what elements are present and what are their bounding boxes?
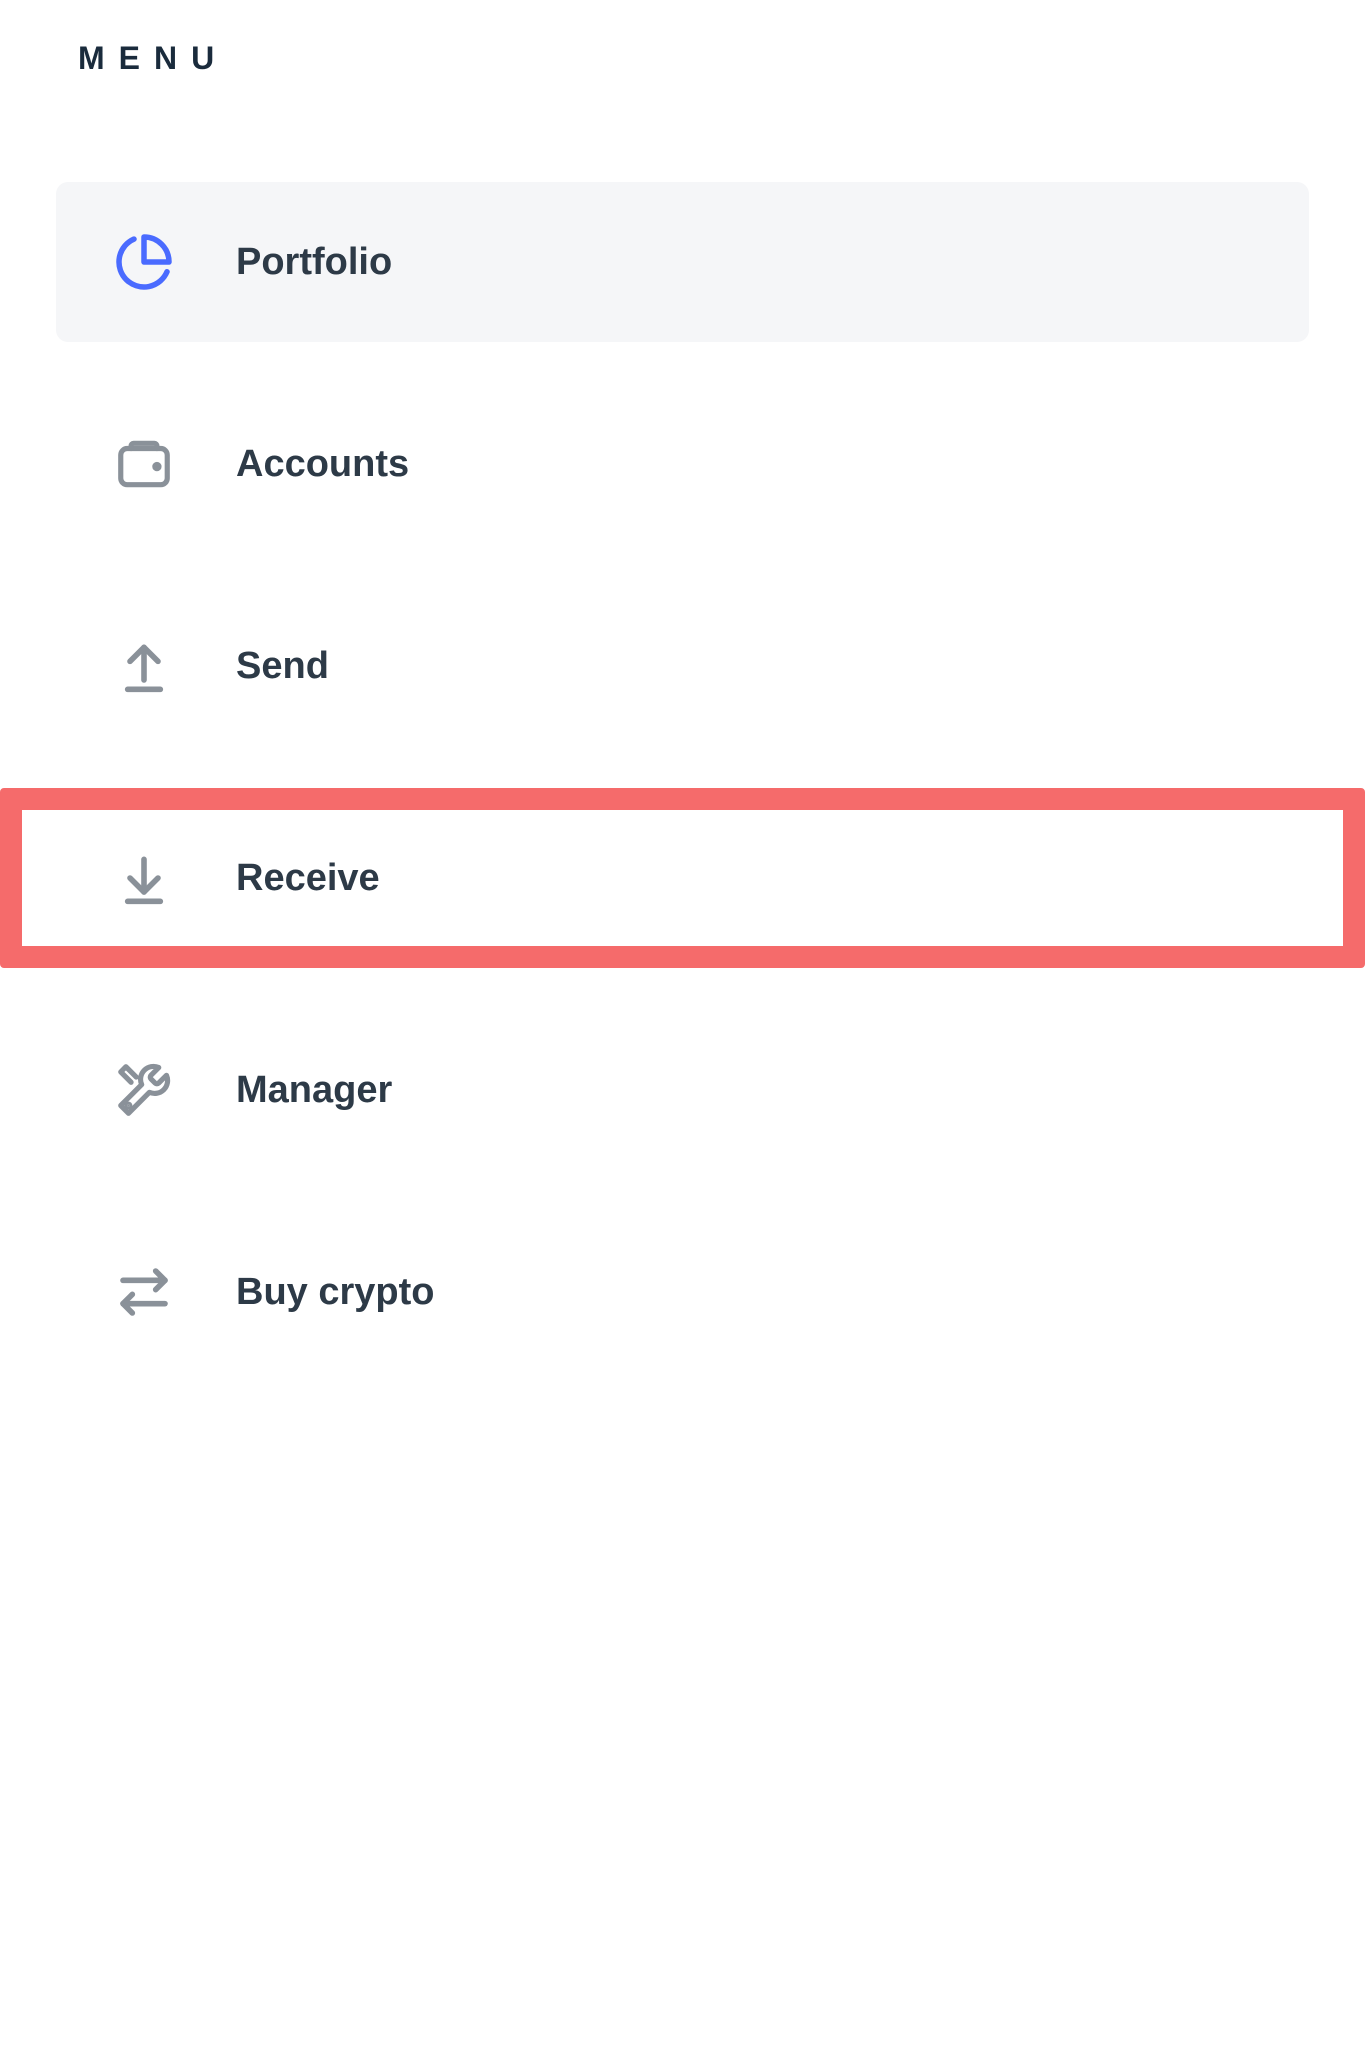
sidebar-item-buy-crypto[interactable]: Buy crypto xyxy=(56,1212,1309,1372)
sidebar-menu: MENU Portfolio Accounts xyxy=(0,40,1365,1372)
pie-chart-icon xyxy=(112,230,176,294)
wallet-icon xyxy=(112,432,176,496)
sidebar-item-portfolio[interactable]: Portfolio xyxy=(56,182,1309,342)
sidebar-item-label: Portfolio xyxy=(236,241,392,284)
sidebar-item-label: Buy crypto xyxy=(236,1271,434,1314)
sidebar-item-receive[interactable]: Receive xyxy=(56,810,1309,946)
sidebar-item-accounts[interactable]: Accounts xyxy=(56,384,1309,544)
sidebar-item-label: Accounts xyxy=(236,443,409,486)
sidebar-item-label: Manager xyxy=(236,1069,392,1112)
tools-icon xyxy=(112,1058,176,1122)
sidebar-item-label: Send xyxy=(236,645,329,688)
sidebar-item-manager[interactable]: Manager xyxy=(56,1010,1309,1170)
sidebar-item-send[interactable]: Send xyxy=(56,586,1309,746)
sidebar-item-label: Receive xyxy=(236,857,380,900)
highlight-receive: Receive xyxy=(0,788,1365,968)
swap-icon xyxy=(112,1260,176,1324)
arrow-up-icon xyxy=(112,634,176,698)
arrow-down-icon xyxy=(112,846,176,910)
menu-heading: MENU xyxy=(78,40,1309,77)
